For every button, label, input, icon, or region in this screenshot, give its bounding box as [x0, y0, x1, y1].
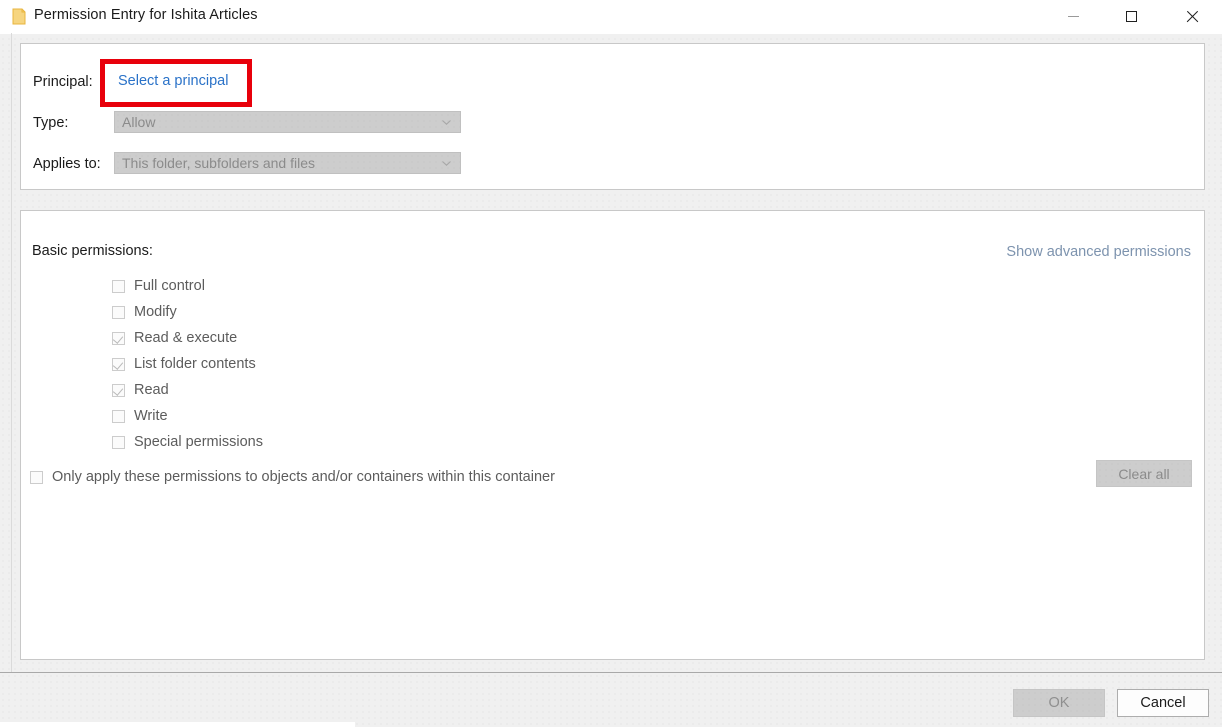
minimize-button[interactable]: [1050, 0, 1096, 33]
permission-row[interactable]: Full control: [112, 273, 263, 299]
permission-checkbox[interactable]: [112, 409, 125, 423]
principal-panel: Principal: Select a principal Type: Allo…: [20, 43, 1205, 190]
window-title: Permission Entry for Ishita Articles: [34, 7, 258, 23]
permissions-list: Full control Modify Read & execute List fol…: [112, 273, 263, 455]
permission-label: Special permissions: [134, 434, 263, 450]
clear-all-button[interactable]: Clear all: [1096, 460, 1192, 487]
chevron-down-icon: [442, 120, 451, 125]
permission-row[interactable]: List folder contents: [112, 351, 263, 377]
permission-label: List folder contents: [134, 356, 256, 372]
title-bar: Permission Entry for Ishita Articles: [0, 0, 1222, 34]
permission-label: Write: [134, 408, 168, 424]
permission-label: Read & execute: [134, 330, 238, 346]
background-strip: [0, 722, 355, 727]
close-icon: [1185, 10, 1198, 23]
maximize-button[interactable]: [1108, 0, 1154, 33]
minimize-icon: [1067, 16, 1079, 17]
chevron-down-icon: [442, 161, 451, 166]
maximize-icon: [1125, 11, 1137, 22]
type-dropdown[interactable]: Allow: [114, 111, 461, 133]
permission-row[interactable]: Read & execute: [112, 325, 263, 351]
permission-checkbox[interactable]: [112, 435, 125, 449]
close-button[interactable]: [1168, 0, 1214, 33]
applies-to-dropdown-value: This folder, subfolders and files: [122, 155, 315, 171]
permission-checkbox[interactable]: [112, 279, 125, 293]
permission-checkbox[interactable]: [112, 331, 125, 345]
principal-label: Principal:: [33, 74, 93, 90]
permission-label: Read: [134, 382, 169, 398]
permission-label: Full control: [134, 278, 205, 294]
permission-row[interactable]: Read: [112, 377, 263, 403]
type-label: Type:: [33, 115, 69, 131]
cancel-button[interactable]: Cancel: [1117, 689, 1209, 717]
basic-permissions-heading: Basic permissions:: [32, 243, 153, 259]
applies-to-dropdown[interactable]: This folder, subfolders and files: [114, 152, 461, 174]
permission-checkbox[interactable]: [112, 383, 125, 397]
only-apply-checkbox[interactable]: [30, 470, 43, 484]
permission-row[interactable]: Write: [112, 403, 263, 429]
only-apply-label: Only apply these permissions to objects …: [52, 469, 555, 485]
show-advanced-permissions-link[interactable]: Show advanced permissions: [1006, 244, 1191, 260]
select-principal-link[interactable]: Select a principal: [118, 73, 228, 89]
applies-to-label: Applies to:: [33, 156, 101, 172]
permission-row[interactable]: Special permissions: [112, 429, 263, 455]
ok-button[interactable]: OK: [1013, 689, 1105, 717]
permission-checkbox[interactable]: [112, 357, 125, 371]
folder-icon: [12, 8, 26, 25]
type-dropdown-value: Allow: [122, 114, 156, 130]
background-window-edge: [11, 33, 12, 693]
permissions-panel: Basic permissions: Show advanced permiss…: [20, 210, 1205, 660]
permission-entry-dialog: Permission Entry for Ishita Articles Pri…: [0, 0, 1222, 727]
only-apply-row[interactable]: Only apply these permissions to objects …: [30, 469, 555, 485]
permission-checkbox[interactable]: [112, 305, 125, 319]
permission-row[interactable]: Modify: [112, 299, 263, 325]
permission-label: Modify: [134, 304, 177, 320]
